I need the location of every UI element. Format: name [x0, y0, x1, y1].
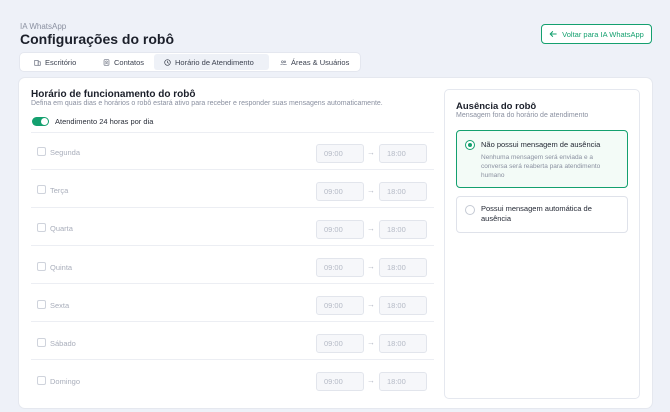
day-label: Sexta — [50, 301, 70, 310]
day-checkbox[interactable] — [37, 300, 46, 309]
tab-contatos[interactable]: Contatos — [96, 54, 154, 70]
auto-absence-message-option[interactable]: Possui mensagem automática de ausência — [456, 196, 628, 233]
tab-label: Horário de Atendimento — [175, 57, 254, 67]
divider — [31, 283, 434, 284]
day-checkbox[interactable] — [37, 147, 46, 156]
settings-tabs: Escritório Contatos Horário de Atendimen… — [20, 53, 360, 71]
radio-unselected[interactable] — [465, 205, 475, 215]
option-description-line: humano — [481, 172, 505, 179]
divider — [31, 132, 434, 133]
option-description-line: Nenhuma mensagem será enviada e a — [481, 154, 594, 161]
day-label: Terça — [50, 186, 69, 195]
arrow-right-icon: → — [367, 376, 375, 385]
schedule-title: Horário de funcionamento do robô — [31, 89, 196, 100]
arrow-right-icon: → — [367, 148, 375, 157]
start-time-input[interactable]: 09:00 — [316, 296, 364, 315]
tab-label: Áreas & Usuários — [291, 57, 350, 67]
divider — [31, 207, 434, 208]
divider — [31, 169, 434, 170]
start-time-input[interactable]: 09:00 — [316, 182, 364, 201]
end-time-input[interactable]: 18:00 — [379, 258, 427, 277]
absence-subtitle: Mensagem fora do horário de atendimento — [456, 112, 589, 119]
day-label: Sábado — [50, 339, 76, 348]
arrow-left-icon — [549, 31, 557, 37]
divider — [31, 359, 434, 360]
option-description-line: conversa será reaberta para atendimento — [481, 163, 601, 170]
absence-title: Ausência do robô — [456, 101, 537, 112]
end-time-input[interactable]: 18:00 — [379, 144, 427, 163]
option-title: Não possui mensagem de ausência — [481, 140, 601, 149]
day-checkbox[interactable] — [37, 338, 46, 347]
end-time-input[interactable]: 18:00 — [379, 296, 427, 315]
day-label: Domingo — [50, 377, 81, 386]
radio-selected[interactable] — [465, 140, 475, 150]
page-title: Configurações do robô — [20, 31, 174, 47]
schedule-description: Defina em quais dias e horários o robô e… — [31, 100, 383, 107]
option-title-line: Possui mensagem automática de — [481, 204, 592, 213]
contacts-icon — [103, 58, 110, 66]
building-icon — [34, 59, 41, 66]
divider — [31, 245, 434, 246]
day-checkbox[interactable] — [37, 185, 46, 194]
tab-escritorio[interactable]: Escritório — [21, 54, 96, 70]
start-time-input[interactable]: 09:00 — [316, 144, 364, 163]
start-time-input[interactable]: 09:00 — [316, 372, 364, 391]
day-label: Quinta — [50, 263, 73, 272]
start-time-input[interactable]: 09:00 — [316, 258, 364, 277]
day-label: Quarta — [50, 224, 73, 233]
start-time-input[interactable]: 09:00 — [316, 334, 364, 353]
arrow-right-icon: → — [367, 224, 375, 233]
back-to-ia-whatsapp-button[interactable]: Voltar para IA WhatsApp — [541, 24, 652, 44]
arrow-right-icon: → — [367, 338, 375, 347]
no-absence-message-option[interactable]: Não possui mensagem de ausência Nenhuma … — [456, 130, 628, 188]
tab-label: Contatos — [114, 57, 145, 67]
end-time-input[interactable]: 18:00 — [379, 220, 427, 239]
end-time-input[interactable]: 18:00 — [379, 334, 427, 353]
users-icon — [280, 60, 287, 65]
toggle-knob — [41, 118, 48, 125]
tab-areas-usuarios[interactable]: Áreas & Usuários — [269, 54, 359, 70]
start-time-input[interactable]: 09:00 — [316, 220, 364, 239]
breadcrumb: IA WhatsApp — [20, 22, 67, 31]
end-time-input[interactable]: 18:00 — [379, 182, 427, 201]
arrow-right-icon: → — [367, 300, 375, 309]
divider — [31, 321, 434, 322]
day-label: Segunda — [50, 148, 81, 157]
clock-icon — [164, 58, 171, 66]
day-checkbox[interactable] — [37, 223, 46, 232]
day-checkbox[interactable] — [37, 262, 46, 271]
arrow-right-icon: → — [367, 186, 375, 195]
24h-toggle[interactable] — [32, 117, 49, 126]
tab-label: Escritório — [45, 57, 77, 67]
24h-toggle-label: Atendimento 24 horas por dia — [55, 117, 154, 126]
day-checkbox[interactable] — [37, 376, 46, 385]
back-button-label: Voltar para IA WhatsApp — [562, 29, 644, 39]
arrow-right-icon: → — [367, 262, 375, 271]
option-title-line: ausência — [481, 214, 512, 223]
end-time-input[interactable]: 18:00 — [379, 372, 427, 391]
tab-horario-atendimento[interactable]: Horário de Atendimento — [154, 54, 269, 70]
